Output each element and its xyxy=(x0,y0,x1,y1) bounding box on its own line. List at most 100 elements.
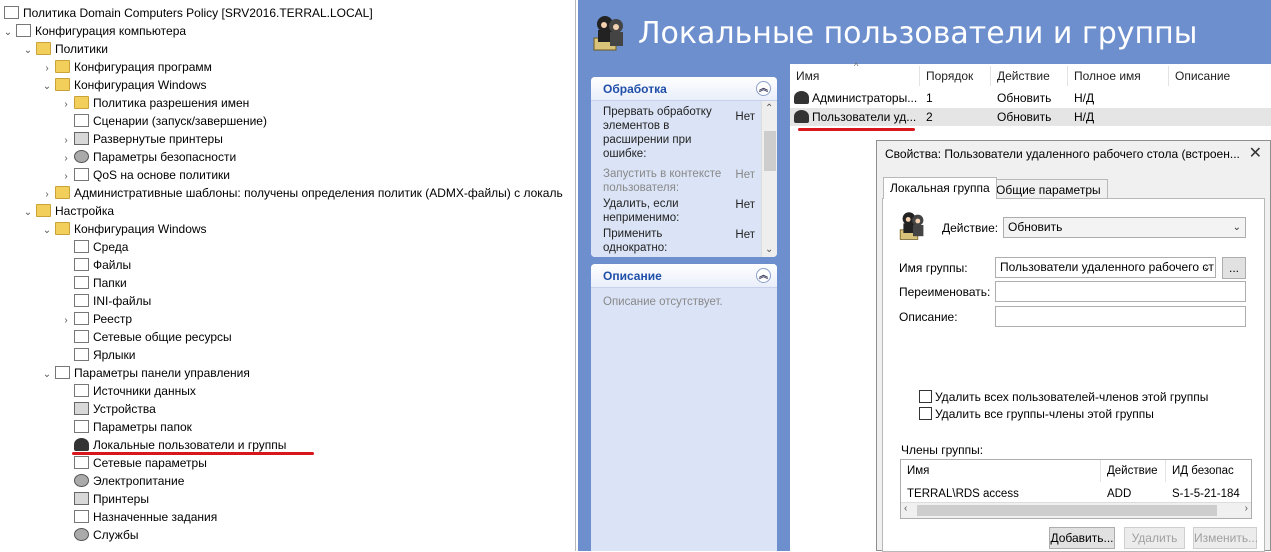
tree-item[interactable]: Назначенные задания xyxy=(60,508,217,526)
processing-option-value[interactable]: Нет xyxy=(735,169,755,181)
collapse-chevron-icon[interactable]: ⌄ xyxy=(2,24,14,42)
tree-item[interactable]: ⌄ Параметры панели управления xyxy=(41,364,250,382)
tree-item[interactable]: Сценарии (запуск/завершение) xyxy=(60,112,267,130)
files-icon xyxy=(74,258,89,271)
tab-local-group[interactable]: Локальная группа xyxy=(883,177,997,199)
column-header-action[interactable]: Действие xyxy=(991,66,1068,86)
tree-item-label: Конфигурация программ xyxy=(74,60,212,74)
local-users-icon xyxy=(593,16,623,51)
description-header[interactable]: Описание ︽ xyxy=(591,264,777,288)
list-cell-action: Обновить xyxy=(997,110,1052,124)
tree-item[interactable]: Файлы xyxy=(60,256,131,274)
tree-item[interactable]: Параметры папок xyxy=(60,418,192,436)
collapse-icon[interactable]: ︽ xyxy=(756,81,771,96)
tree-item[interactable]: Сетевые параметры xyxy=(60,454,207,472)
tree-item[interactable]: Источники данных xyxy=(60,382,196,400)
devices-icon xyxy=(74,402,89,415)
members-column-name[interactable]: Имя xyxy=(901,460,1101,482)
tree-item[interactable]: ⌄ Настройка xyxy=(22,202,114,220)
column-header-order[interactable]: Порядок xyxy=(920,66,991,86)
chevron-left-icon[interactable]: ‹ xyxy=(904,503,907,514)
browse-button[interactable]: ... xyxy=(1222,257,1246,279)
tree-item-label: Политика Domain Computers Policy [SRV201… xyxy=(23,6,373,20)
tree-item[interactable]: Среда xyxy=(60,238,128,256)
tree-item[interactable]: › Политика разрешения имен xyxy=(60,94,249,112)
members-hscrollbar[interactable]: ‹ › xyxy=(901,502,1251,518)
column-header-name[interactable]: Имя xyxy=(790,66,920,86)
tree-item[interactable]: ⌄ Политики xyxy=(22,40,108,58)
processing-scrollbar[interactable]: ⌃ ⌄ xyxy=(761,101,777,257)
tree-item-label: Источники данных xyxy=(93,384,196,398)
printer-icon xyxy=(74,132,89,145)
tree-item-label: Сетевые общие ресурсы xyxy=(93,330,232,344)
folder-icon xyxy=(55,78,70,91)
tree-item[interactable]: Сетевые общие ресурсы xyxy=(60,328,232,346)
description-field[interactable] xyxy=(995,306,1246,327)
collapse-chevron-icon[interactable]: ⌄ xyxy=(22,204,34,222)
tree-item-label: INI-файлы xyxy=(93,294,152,308)
network-options-icon xyxy=(74,456,89,469)
tree-item[interactable]: › Реестр xyxy=(60,310,132,328)
processing-option-value[interactable]: Нет xyxy=(735,229,755,241)
member-action[interactable]: ADD xyxy=(1107,488,1131,500)
tree-item[interactable]: Устройства xyxy=(60,400,156,418)
remove-button[interactable]: Удалить xyxy=(1124,527,1185,549)
tree-item-label: Развернутые принтеры xyxy=(93,132,223,146)
collapse-chevron-icon[interactable]: ⌄ xyxy=(41,78,53,96)
collapse-icon[interactable]: ︽ xyxy=(756,268,771,283)
members-column-sid[interactable]: ИД безопас xyxy=(1166,460,1251,482)
network-share-icon xyxy=(74,330,89,343)
collapse-chevron-icon[interactable]: ⌄ xyxy=(22,42,34,60)
tree-item[interactable]: › Административные шаблоны: получены опре… xyxy=(41,184,563,202)
ini-file-icon xyxy=(74,294,89,307)
tree-item-label: Политики xyxy=(55,42,108,56)
member-name[interactable]: TERRAL\RDS access xyxy=(907,488,1019,500)
tree-item[interactable]: Папки xyxy=(60,274,127,292)
tree-item-label: Локальные пользователи и группы xyxy=(93,438,287,452)
rename-field[interactable] xyxy=(995,281,1246,302)
list-cell-fullname: Н/Д xyxy=(1074,110,1095,124)
tree-item-label: Устройства xyxy=(93,402,156,416)
list-row[interactable]: Администраторы... 1 Обновить Н/Д xyxy=(790,89,1271,107)
control-panel-icon xyxy=(55,366,70,379)
tree-item[interactable]: ⌄ Конфигурация Windows xyxy=(41,220,207,238)
processing-option-value[interactable]: Нет xyxy=(735,111,755,123)
processing-header[interactable]: Обработка ︽ xyxy=(591,77,777,101)
processing-box: Обработка ︽ ⌃ ⌄ Прервать обработку элеме… xyxy=(591,77,777,257)
tree-item[interactable]: Принтеры xyxy=(60,490,149,508)
scheduled-tasks-icon xyxy=(74,510,89,523)
tree-item[interactable]: Ярлыки xyxy=(60,346,136,364)
tree-item-label: Параметры папок xyxy=(93,420,192,434)
tree-item[interactable]: › Параметры безопасности xyxy=(60,148,236,166)
list-row[interactable]: Пользователи уд... 2 Обновить Н/Д xyxy=(790,108,1271,126)
collapse-chevron-icon[interactable]: ⌄ xyxy=(41,222,53,240)
tree-item[interactable]: Службы xyxy=(60,526,138,544)
collapse-chevron-icon[interactable]: ⌄ xyxy=(41,366,53,384)
tree-item-label: Службы xyxy=(93,528,139,542)
action-select[interactable]: Обновить ⌄ xyxy=(1003,217,1246,238)
tree-item[interactable]: › Развернутые принтеры xyxy=(60,130,223,148)
tree-item[interactable]: ⌄ Конфигурация Windows xyxy=(41,76,207,94)
column-header-description[interactable]: Описание xyxy=(1169,66,1271,86)
chevron-down-icon: ⌄ xyxy=(1202,262,1211,273)
delete-all-users-checkbox[interactable] xyxy=(919,390,932,403)
processing-option-label: Запустить в контексте пользователя: xyxy=(603,168,722,194)
tree-item[interactable]: INI-файлы xyxy=(60,292,151,310)
group-name-combo[interactable]: Пользователи удаленного рабочего ст ⌄ xyxy=(995,257,1216,278)
delete-all-groups-checkbox[interactable] xyxy=(919,407,932,420)
tree-item[interactable]: › QoS на основе политики xyxy=(60,166,230,184)
members-column-action[interactable]: Действие xyxy=(1101,460,1166,482)
tree-item-label: Сценарии (запуск/завершение) xyxy=(93,114,267,128)
member-sid[interactable]: S-1-5-21-184 xyxy=(1172,488,1240,500)
add-button[interactable]: Добавить... xyxy=(1049,527,1115,549)
chevron-right-icon[interactable]: › xyxy=(1245,503,1248,514)
close-icon[interactable]: ✕ xyxy=(1249,143,1262,163)
column-header-fullname[interactable]: Полное имя xyxy=(1068,66,1169,86)
tree-item[interactable]: ⌄ Конфигурация компьютера xyxy=(2,22,186,40)
change-button[interactable]: Изменить... xyxy=(1193,527,1258,549)
tab-common-options[interactable]: Общие параметры xyxy=(989,179,1108,199)
tree-item[interactable]: › Конфигурация программ xyxy=(41,58,212,76)
tree-item[interactable]: Политика Domain Computers Policy [SRV201… xyxy=(2,4,373,22)
processing-option-value[interactable]: Нет xyxy=(735,199,755,211)
tree-item[interactable]: Электропитание xyxy=(60,472,184,490)
